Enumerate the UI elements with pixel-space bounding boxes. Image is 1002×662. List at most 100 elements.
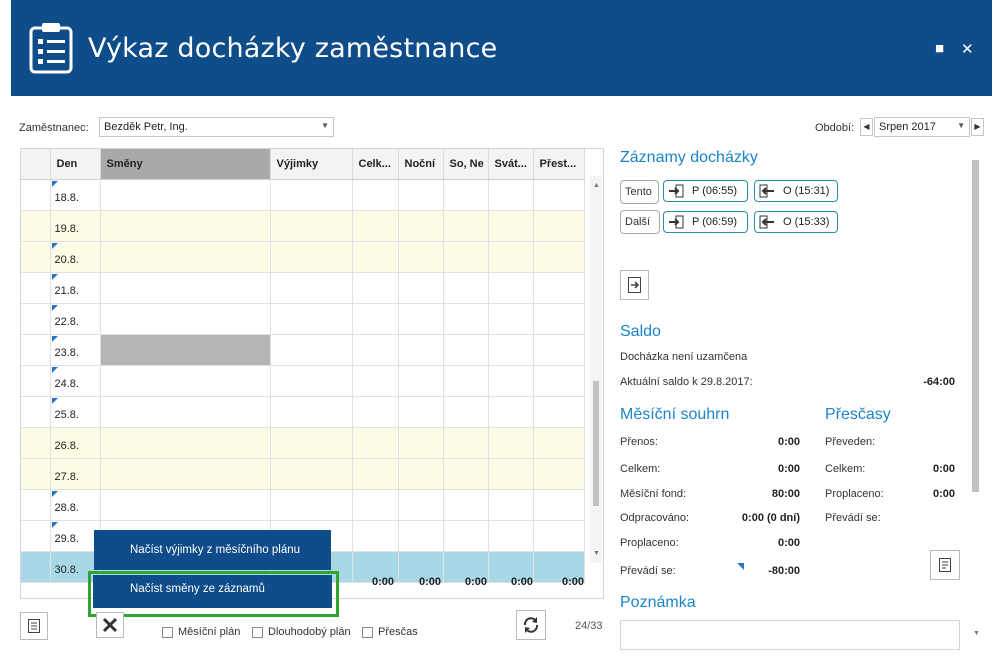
value-cell[interactable] [352,272,399,304]
value-cell[interactable] [270,210,353,242]
table-row[interactable]: 20.8. [21,241,585,273]
tools-button[interactable] [96,612,124,638]
grid-scrollbar[interactable] [590,176,602,563]
value-cell[interactable] [488,427,534,459]
value-cell[interactable] [270,303,353,335]
report-button[interactable] [20,612,48,640]
value-cell[interactable] [352,334,399,366]
value-cell[interactable] [398,241,444,273]
value-cell[interactable] [270,334,353,366]
value-cell[interactable] [398,334,444,366]
column-header[interactable]: Celk... [352,149,399,180]
value-cell[interactable] [533,210,585,242]
value-cell[interactable] [443,241,489,273]
value-cell[interactable] [352,427,399,459]
value-cell[interactable] [443,334,489,366]
value-cell[interactable] [533,179,585,211]
table-row[interactable]: 23.8. [21,334,585,366]
value-cell[interactable] [488,365,534,397]
value-cell[interactable] [352,365,399,397]
overtime-checkbox[interactable]: Přesčas [362,626,418,638]
scroll-down-icon[interactable]: ▼ [973,630,980,637]
value-cell[interactable] [533,334,585,366]
value-cell[interactable] [352,210,399,242]
panel-scrollbar-thumb[interactable] [972,160,979,492]
grid-scrollbar-thumb[interactable] [593,381,599,506]
value-cell[interactable] [443,489,489,521]
value-cell[interactable] [443,303,489,335]
value-cell[interactable] [533,365,585,397]
table-row[interactable]: 28.8. [21,489,585,521]
table-row[interactable]: 19.8. [21,210,585,242]
value-cell[interactable] [488,334,534,366]
scroll-up-icon[interactable]: ▲ [593,182,600,189]
table-row[interactable]: 25.8. [21,396,585,428]
value-cell[interactable] [533,427,585,459]
value-cell[interactable] [270,458,353,490]
table-row[interactable]: 18.8. [21,179,585,211]
value-cell[interactable] [352,520,399,552]
employee-select[interactable]: Bezděk Petr, Ing. ▼ [99,117,334,137]
value-cell[interactable] [270,396,353,428]
value-cell[interactable] [398,520,444,552]
day-cell[interactable]: 28.8. [50,489,101,521]
value-cell[interactable] [443,520,489,552]
maximize-icon[interactable]: ■ [935,40,944,57]
shift-cell[interactable] [100,334,271,366]
value-cell[interactable] [488,520,534,552]
value-cell[interactable] [270,272,353,304]
value-cell[interactable] [488,179,534,211]
value-cell[interactable] [270,241,353,273]
column-header[interactable]: Svát... [488,149,534,180]
value-cell[interactable] [488,303,534,335]
close-icon[interactable]: ✕ [961,40,974,58]
value-cell[interactable] [398,210,444,242]
value-cell[interactable] [443,210,489,242]
value-cell[interactable] [398,489,444,521]
day-cell[interactable]: 24.8. [50,365,101,397]
shift-cell[interactable] [100,179,271,211]
shift-cell[interactable] [100,210,271,242]
longterm-plan-checkbox[interactable]: Dlouhodobý plán [252,626,351,638]
day-cell[interactable]: 29.8. [50,520,101,552]
value-cell[interactable] [443,458,489,490]
value-cell[interactable] [443,427,489,459]
table-row[interactable]: 27.8. [21,458,585,490]
value-cell[interactable] [270,427,353,459]
table-row[interactable]: 21.8. [21,272,585,304]
day-cell[interactable]: 18.8. [50,179,101,211]
refresh-button[interactable] [516,610,546,640]
value-cell[interactable] [352,303,399,335]
value-cell[interactable] [398,303,444,335]
value-cell[interactable] [443,179,489,211]
value-cell[interactable] [533,458,585,490]
table-row[interactable]: 24.8. [21,365,585,397]
table-row[interactable]: 22.8. [21,303,585,335]
shift-cell[interactable] [100,489,271,521]
column-header[interactable]: Přest... [533,149,585,180]
day-cell[interactable]: 20.8. [50,241,101,273]
day-cell[interactable]: 26.8. [50,427,101,459]
period-select[interactable]: Srpen 2017 ▼ [874,117,970,137]
today-out-record[interactable]: O (15:31) [754,180,838,202]
day-cell[interactable]: 19.8. [50,210,101,242]
value-cell[interactable] [352,179,399,211]
overtime-detail-button[interactable] [930,550,960,580]
day-cell[interactable]: 21.8. [50,272,101,304]
next-button[interactable]: Další [620,210,660,234]
next-out-record[interactable]: O (15:33) [754,211,838,233]
column-header[interactable]: Směny [100,149,271,180]
day-cell[interactable]: 27.8. [50,458,101,490]
column-header[interactable]: Den [50,149,101,180]
value-cell[interactable] [398,458,444,490]
column-header[interactable]: Výjimky [270,149,353,180]
shift-cell[interactable] [100,396,271,428]
shift-cell[interactable] [100,427,271,459]
note-textarea[interactable] [620,620,960,650]
value-cell[interactable] [352,241,399,273]
day-cell[interactable]: 22.8. [50,303,101,335]
value-cell[interactable] [533,272,585,304]
value-cell[interactable] [443,396,489,428]
value-cell[interactable] [270,365,353,397]
period-next-button[interactable]: ▶ [971,118,984,136]
